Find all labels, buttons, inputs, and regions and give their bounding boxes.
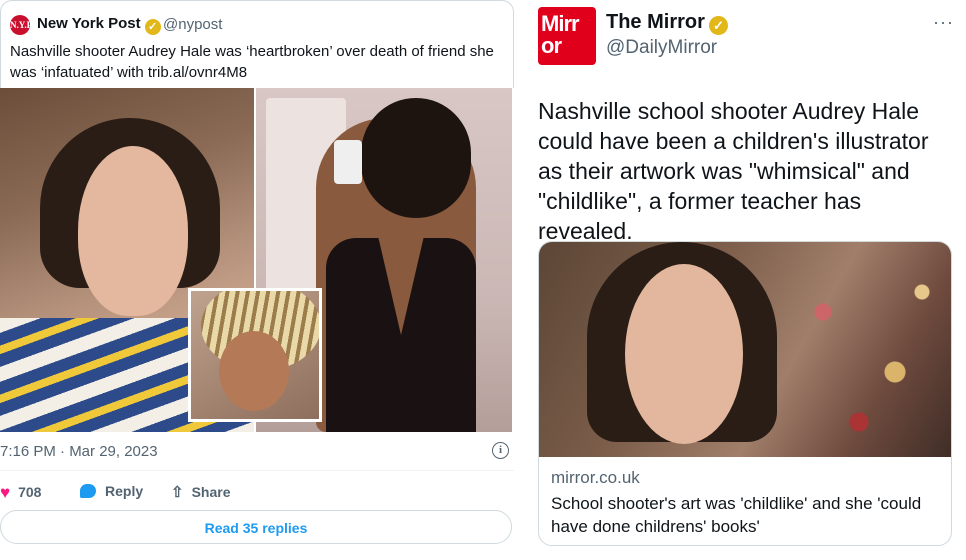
share-icon: ⇧ (171, 484, 184, 501)
link-preview-image[interactable] (539, 242, 951, 457)
author-name-text[interactable]: New York Post (37, 15, 141, 32)
logo-line-2: or (541, 33, 562, 58)
reply-label: Reply (105, 483, 144, 499)
reply-button[interactable]: Reply (80, 483, 143, 499)
read-replies-label: Read 35 replies (204, 520, 308, 536)
verified-badge-icon: ✓ (144, 19, 161, 35)
heart-icon: ♥ (0, 483, 11, 502)
logo-line-1: Mirr (541, 11, 580, 36)
author-handle[interactable]: @DailyMirror (606, 37, 717, 59)
info-icon[interactable]: i (492, 442, 509, 459)
link-preview-card[interactable]: mirror.co.uk School shooter's art was 'c… (538, 241, 952, 546)
action-bar: ♥ 708 Reply ⇧ Share (0, 470, 514, 512)
tweet-text: Nashville school shooter Audrey Hale cou… (538, 98, 929, 244)
author-name[interactable]: New York Post ✓ (37, 15, 161, 35)
like-count: 708 (18, 484, 42, 500)
reply-bubble-icon (80, 484, 96, 498)
photo-inset[interactable] (188, 288, 322, 422)
mirror-logo-avatar[interactable]: Mirr or (538, 7, 596, 65)
verified-badge-icon: ✓ (708, 16, 728, 35)
tweet-header-area: N.Y.P New York Post ✓ @nypost Nashville s… (0, 0, 514, 88)
link-title: School shooter's art was 'childlike' and… (551, 494, 922, 536)
author-name-text[interactable]: The Mirror (606, 11, 705, 33)
timestamp-row: 7:16 PM · Mar 29, 2023 i (0, 432, 514, 468)
share-button[interactable]: ⇧ Share (171, 483, 231, 501)
read-replies-button[interactable]: Read 35 replies (0, 510, 512, 544)
like-button[interactable]: ♥ 708 (0, 483, 41, 503)
author-handle[interactable]: @nypost (163, 16, 222, 33)
nypost-avatar[interactable]: N.Y.P (10, 15, 32, 35)
tweet-text: Nashville shooter Audrey Hale was ‘heart… (10, 43, 494, 81)
tweet-timestamp[interactable]: 7:16 PM · Mar 29, 2023 (0, 443, 158, 460)
more-options-icon[interactable]: ··· (933, 12, 954, 33)
nypost-tweet[interactable]: N.Y.P New York Post ✓ @nypost Nashville s… (0, 0, 514, 560)
mirror-tweet[interactable]: Mirr or The Mirror ✓ @DailyMirror ··· Nas… (520, 0, 966, 560)
share-label: Share (191, 484, 231, 500)
link-domain: mirror.co.uk (551, 468, 640, 487)
tweet-media[interactable] (0, 88, 512, 432)
author-name[interactable]: The Mirror ✓ (606, 11, 728, 35)
